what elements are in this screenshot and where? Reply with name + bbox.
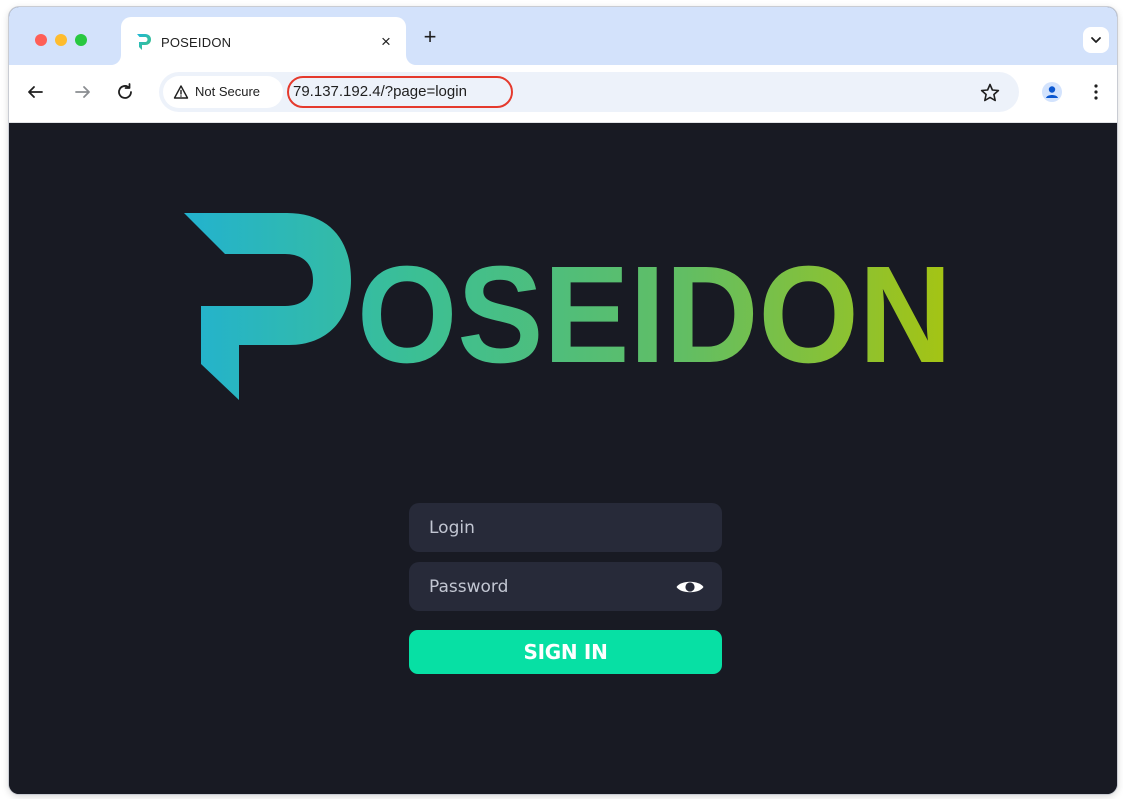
fullscreen-window-button[interactable]	[75, 34, 87, 46]
back-button[interactable]	[23, 80, 47, 104]
url-highlight-annotation	[287, 76, 513, 108]
logo-wordmark: OSEIDON	[357, 238, 952, 392]
warning-triangle-icon	[173, 85, 189, 99]
profile-button[interactable]	[1041, 81, 1063, 103]
forward-button[interactable]	[71, 80, 95, 104]
security-label: Not Secure	[195, 84, 261, 99]
tab-strip: POSEIDON × +	[9, 7, 1117, 65]
browser-toolbar: Not Secure 79.137.192.4/?page=login	[9, 65, 1117, 123]
bookmark-star-button[interactable]	[979, 82, 1001, 104]
tab-search-button[interactable]	[1083, 27, 1109, 53]
browser-tab[interactable]: POSEIDON ×	[121, 17, 406, 65]
browser-window: POSEIDON × + Not Secure 79.137.192.4/?pa…	[9, 7, 1117, 794]
show-password-eye-icon[interactable]	[675, 577, 705, 597]
chevron-down-icon	[1091, 37, 1101, 43]
logo-p-mark	[184, 213, 351, 400]
close-window-button[interactable]	[35, 34, 47, 46]
tab-close-button[interactable]: ×	[376, 32, 396, 52]
security-chip[interactable]: Not Secure	[163, 76, 283, 108]
address-bar[interactable]: Not Secure 79.137.192.4/?page=login	[159, 72, 1019, 112]
poseidon-logo: OSEIDON	[184, 213, 952, 400]
login-field[interactable]	[409, 503, 722, 552]
login-page: OSEIDON SIGN IN	[9, 123, 1117, 794]
kebab-menu-button[interactable]	[1089, 81, 1103, 103]
poseidon-favicon-icon	[137, 34, 151, 50]
reload-button[interactable]	[113, 80, 137, 104]
tab-title: POSEIDON	[161, 35, 232, 50]
new-tab-button[interactable]: +	[419, 26, 441, 49]
sign-in-button[interactable]: SIGN IN	[409, 630, 722, 674]
minimize-window-button[interactable]	[55, 34, 67, 46]
